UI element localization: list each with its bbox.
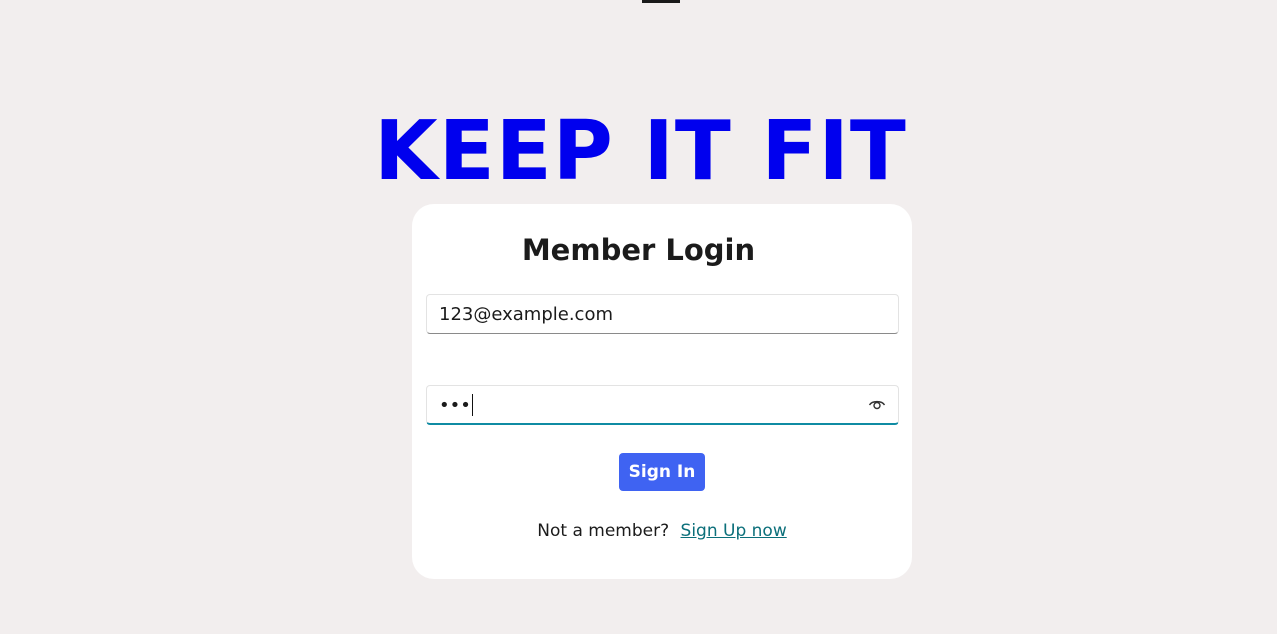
sign-up-link[interactable]: Sign Up now [681,521,787,541]
signup-prompt-text: Not a member? [537,521,670,541]
login-title: Member Login [521,233,756,267]
signup-prompt: Not a member? Sign Up now [412,517,912,545]
email-field[interactable] [426,294,899,334]
password-input[interactable] [439,386,859,424]
page: KEEP IT FIT Member Login Sign In Not a m… [0,0,1277,634]
eye-icon[interactable] [868,397,886,413]
brand-title: KEEP IT FIT [374,104,907,199]
text-caret [472,394,473,416]
top-divider [642,0,680,3]
email-input[interactable] [439,295,859,333]
password-field[interactable] [426,385,899,425]
sign-in-button[interactable]: Sign In [619,453,705,491]
